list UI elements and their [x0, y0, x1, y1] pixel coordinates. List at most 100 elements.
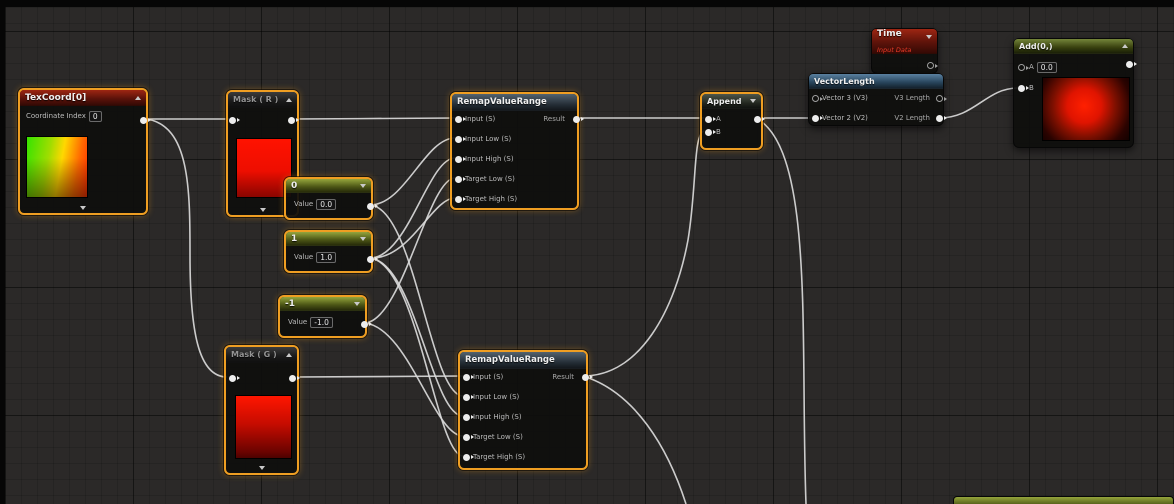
add-a-input-pin[interactable] — [1018, 64, 1025, 71]
collapse-down-icon[interactable] — [360, 184, 366, 188]
remap-top-inputhigh-pin[interactable] — [455, 156, 462, 163]
value-box[interactable]: 1.0 — [316, 252, 336, 263]
node-vectorlength-header[interactable]: VectorLength — [809, 74, 943, 89]
coordinate-index-value[interactable]: 0 — [89, 111, 102, 122]
node-constant-1-header[interactable]: 1 — [286, 232, 371, 246]
node-remap-bottom-header[interactable]: RemapValueRange — [460, 352, 586, 369]
wire-c0-remap2-low[interactable] — [370, 205, 463, 396]
remap-top-targetlow-pin[interactable] — [455, 176, 462, 183]
remap-bottom-input-pin[interactable] — [463, 374, 470, 381]
mask-g-input-pin[interactable] — [229, 375, 236, 382]
node-texcoord-header[interactable]: TexCoord[0] — [20, 90, 146, 106]
add-b-input-pin[interactable] — [1018, 85, 1025, 92]
node-add[interactable]: Add(0,) A 0.0 B — [1013, 38, 1134, 148]
node-mask-g-header[interactable]: Mask ( G ) — [226, 347, 297, 363]
constant-0-output-pin[interactable] — [367, 203, 374, 210]
wire-remap2-append-b[interactable] — [583, 131, 704, 376]
append-b-input-pin[interactable] — [705, 129, 712, 136]
node-mask-r-header[interactable]: Mask ( R ) — [228, 92, 297, 108]
node-time-header[interactable]: Time Input Data — [872, 29, 937, 54]
expand-toggle-icon[interactable] — [260, 208, 266, 212]
pin-row: Input Low (S) — [473, 393, 519, 401]
node-title: Time — [877, 29, 902, 46]
remap-top-input-pin[interactable] — [455, 116, 462, 123]
remap-bottom-inputhigh-pin[interactable] — [463, 414, 470, 421]
node-texcoord[interactable]: TexCoord[0] Coordinate Index 0 — [18, 88, 148, 215]
node-constant-1[interactable]: 1 Value 1.0 — [284, 230, 373, 273]
collapse-down-icon[interactable] — [750, 99, 756, 103]
node-remap-bottom[interactable]: RemapValueRange Input (S) Result Input L… — [458, 350, 588, 470]
collapse-down-icon[interactable] — [926, 35, 932, 39]
append-a-input-pin[interactable] — [705, 116, 712, 123]
remap-bottom-inputlow-pin[interactable] — [463, 394, 470, 401]
texcoord-output-pin[interactable] — [140, 117, 147, 124]
remap-bottom-targetlow-pin[interactable] — [463, 434, 470, 441]
wire-maskg-remap2[interactable] — [294, 376, 463, 377]
wire-append-down[interactable] — [756, 118, 806, 504]
constant-neg1-output-pin[interactable] — [361, 321, 368, 328]
value-box[interactable]: -1.0 — [310, 317, 333, 328]
mask-r-output-pin[interactable] — [288, 117, 295, 124]
node-remap-top[interactable]: RemapValueRange Input (S) Result Input L… — [450, 92, 579, 210]
wire-c1-remap2-high[interactable] — [370, 258, 463, 416]
collapse-down-icon[interactable] — [354, 302, 360, 306]
pin-label: Input (S) — [465, 115, 495, 123]
pin-row: Input (S) Result — [473, 373, 574, 381]
constant-1-output-pin[interactable] — [367, 256, 374, 263]
wire-c0-remap1-low[interactable] — [370, 138, 455, 205]
node-constant-neg1[interactable]: -1 Value -1.0 — [278, 295, 367, 338]
add-output-pin[interactable] — [1126, 61, 1133, 68]
remap-top-targethigh-pin[interactable] — [455, 196, 462, 203]
value-row: Value 0.0 — [294, 199, 336, 210]
wire-cm1-remap1-tlow[interactable] — [364, 178, 455, 323]
expand-toggle-icon[interactable] — [80, 206, 86, 210]
collapse-up-icon[interactable] — [1122, 44, 1128, 48]
wire-cm1-remap2-tlow[interactable] — [364, 323, 463, 436]
collapse-up-icon[interactable] — [286, 98, 292, 102]
remap-top-inputlow-pin[interactable] — [455, 136, 462, 143]
node-constant-0-header[interactable]: 0 — [286, 179, 371, 193]
wire-maskr-remap1[interactable] — [292, 118, 455, 119]
node-append[interactable]: Append A B — [700, 92, 763, 150]
append-output-pin[interactable] — [754, 116, 761, 123]
pin-label: Target Low (S) — [473, 433, 523, 441]
node-remap-top-header[interactable]: RemapValueRange — [452, 94, 577, 111]
wire-remap2-down[interactable] — [583, 376, 686, 504]
pin-label: Target High (S) — [473, 453, 525, 461]
node-constant-0[interactable]: 0 Value 0.0 — [284, 177, 373, 220]
node-append-header[interactable]: Append — [702, 94, 761, 109]
pin-label: V2 Length — [894, 114, 930, 122]
coordinate-index-label: Coordinate Index — [26, 112, 86, 120]
pin-label: Target Low (S) — [465, 175, 515, 183]
node-mask-g[interactable]: Mask ( G ) — [224, 345, 299, 475]
remap-bottom-targethigh-pin[interactable] — [463, 454, 470, 461]
mask-g-output-pin[interactable] — [289, 375, 296, 382]
node-add-header[interactable]: Add(0,) — [1014, 39, 1133, 54]
vectorlength-v2-input-pin[interactable] — [812, 115, 819, 122]
wire-texcoord-maskg[interactable] — [146, 119, 227, 377]
wire-c1-remap1-thigh[interactable] — [370, 198, 455, 258]
remap-bottom-result-pin[interactable] — [582, 374, 589, 381]
remap-top-result-pin[interactable] — [573, 116, 580, 123]
mask-r-input-pin[interactable] — [229, 117, 236, 124]
collapse-up-icon[interactable] — [135, 96, 141, 100]
vectorlength-v3-input-pin[interactable] — [812, 95, 819, 102]
collapse-down-icon[interactable] — [360, 237, 366, 241]
node-vectorlength[interactable]: VectorLength Vector 3 (V3) V3 Length Vec… — [808, 73, 944, 126]
pin-row: Target Low (S) — [465, 175, 515, 183]
time-output-pin[interactable] — [927, 62, 934, 69]
value-row: Value 1.0 — [294, 252, 336, 263]
vectorlength-v3length-output-pin[interactable] — [936, 95, 943, 102]
add-a-value-box[interactable]: 0.0 — [1037, 62, 1057, 73]
vectorlength-v2length-output-pin[interactable] — [936, 115, 943, 122]
pin-label: Input Low (S) — [473, 393, 519, 401]
wire-v2length-add-b[interactable] — [939, 88, 1018, 118]
expand-toggle-icon[interactable] — [259, 466, 265, 470]
node-time[interactable]: Time Input Data — [871, 28, 938, 74]
value-box[interactable]: 0.0 — [316, 199, 336, 210]
node-constant-neg1-header[interactable]: -1 — [280, 297, 365, 311]
pin-label: A — [716, 115, 721, 123]
material-graph-canvas[interactable]: TexCoord[0] Coordinate Index 0 Mask ( R … — [0, 0, 1174, 504]
partial-node-header[interactable] — [953, 496, 1174, 504]
collapse-up-icon[interactable] — [286, 353, 292, 357]
